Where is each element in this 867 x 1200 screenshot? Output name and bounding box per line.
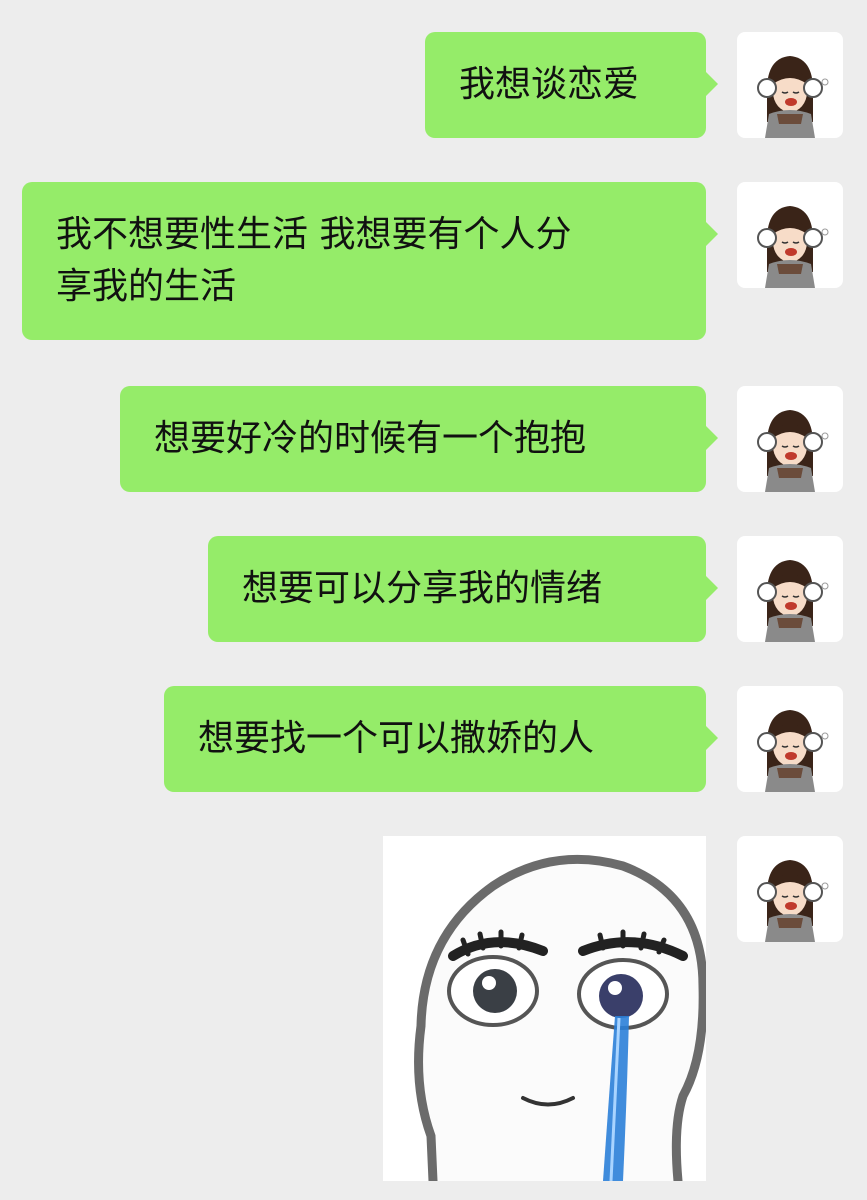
avatar[interactable] [737, 536, 843, 642]
avatar[interactable] [737, 32, 843, 138]
girl-earmuffs-avatar-icon [757, 860, 829, 942]
avatar[interactable] [737, 836, 843, 942]
girl-earmuffs-avatar-icon [757, 56, 829, 138]
message-bubble[interactable]: 我想谈恋爱 [425, 32, 718, 138]
girl-earmuffs-avatar-icon [757, 206, 829, 288]
girl-earmuffs-avatar-icon [757, 710, 829, 792]
avatar[interactable] [737, 386, 843, 492]
message-bubble[interactable]: 我不想要性生活 我想要有个人分 享我的生活 [22, 182, 718, 340]
message-text: 我想谈恋爱 [459, 64, 640, 105]
message-text: 想要找一个可以撒娇的人 [198, 718, 595, 759]
message-bubble[interactable]: 想要好冷的时候有一个抱抱 [120, 386, 718, 492]
message-bubble[interactable]: 想要找一个可以撒娇的人 [164, 686, 718, 792]
avatar[interactable] [737, 686, 843, 792]
avatar[interactable] [737, 182, 843, 288]
message-text: 想要可以分享我的情绪 [242, 568, 603, 609]
crying-face-sticker [383, 836, 706, 1181]
girl-earmuffs-avatar-icon [757, 410, 829, 492]
sticker-message[interactable] [383, 836, 706, 1181]
girl-earmuffs-avatar-icon [757, 560, 829, 642]
message-text: 想要好冷的时候有一个抱抱 [154, 418, 587, 459]
chat-window: 我想谈恋爱 我不想要性生活 我想要有个人分 享我的生活 想要好冷的时候有一个抱抱… [0, 0, 867, 1200]
message-bubble[interactable]: 想要可以分享我的情绪 [208, 536, 718, 642]
message-text: 我不想要性生活 我想要有个人分 享我的生活 [56, 214, 572, 307]
